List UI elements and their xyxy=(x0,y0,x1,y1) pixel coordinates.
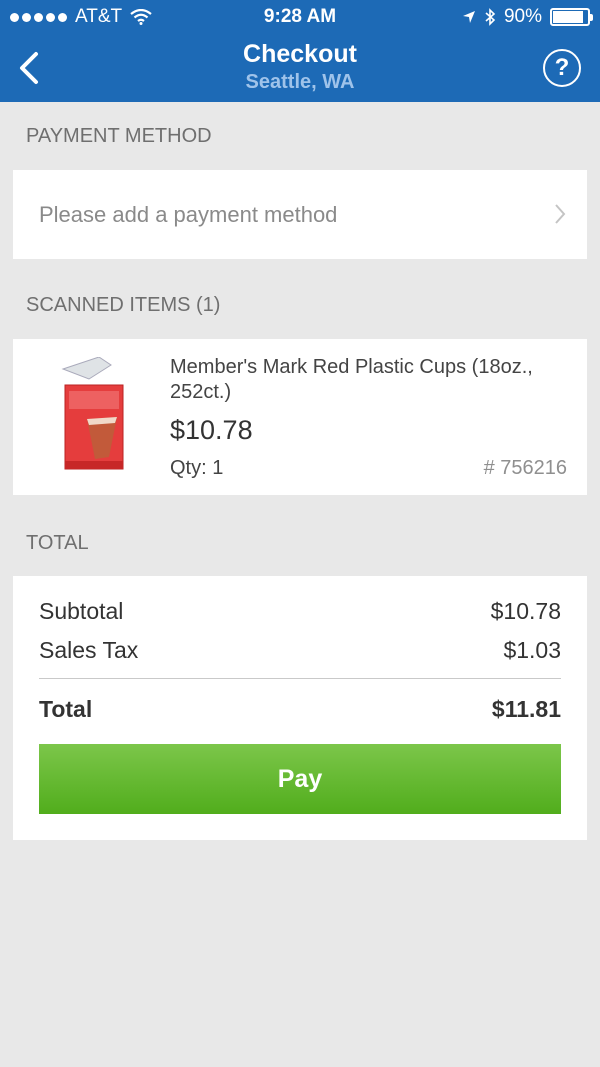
header: AT&T 9:28 AM 90% Checkout Seattle, WA ? xyxy=(0,0,600,102)
status-right: 90% xyxy=(462,6,593,28)
total-row: Total $11.81 xyxy=(39,696,561,723)
payment-method-heading: PAYMENT METHOD xyxy=(26,125,212,147)
chevron-right-icon xyxy=(555,204,566,224)
scanned-items-heading: SCANNED ITEMS (1) xyxy=(26,294,221,316)
help-button[interactable]: ? xyxy=(543,49,581,87)
total-card: Subtotal $10.78 Sales Tax $1.03 Total $1… xyxy=(13,576,587,840)
subtotal-value: $10.78 xyxy=(490,598,561,624)
payment-method-row[interactable]: Please add a payment method xyxy=(13,170,587,259)
subtotal-label: Subtotal xyxy=(39,598,124,624)
sales-tax-row: Sales Tax $1.03 xyxy=(39,637,561,664)
location-arrow-icon xyxy=(462,11,475,23)
pay-button-label: Pay xyxy=(277,764,323,793)
subtotal-row: Subtotal $10.78 xyxy=(39,598,561,625)
battery-fill xyxy=(553,11,584,23)
battery-percent: 90% xyxy=(503,6,542,27)
item-name: Member's Mark Red Plastic Cups (18oz., 2… xyxy=(170,356,533,403)
sales-tax-value: $1.03 xyxy=(503,637,561,663)
nav-title: Checkout Seattle, WA xyxy=(0,40,600,94)
pay-button[interactable]: Pay xyxy=(39,744,561,814)
payment-method-placeholder: Please add a payment method xyxy=(39,202,338,227)
help-icon: ? xyxy=(554,54,570,81)
status-bar: AT&T 9:28 AM 90% xyxy=(0,0,600,34)
battery-icon xyxy=(550,8,593,26)
item-price: $10.78 xyxy=(170,415,253,445)
divider xyxy=(39,678,561,679)
page-title: Checkout xyxy=(243,40,357,68)
item-sku: # 756216 xyxy=(483,457,567,479)
total-label: Total xyxy=(39,696,93,722)
product-image xyxy=(61,357,124,470)
list-item[interactable]: Member's Mark Red Plastic Cups (18oz., 2… xyxy=(13,339,587,495)
page-subtitle: Seattle, WA xyxy=(245,71,355,93)
item-quantity: Qty: 1 xyxy=(170,457,224,479)
bluetooth-icon xyxy=(485,8,496,26)
sales-tax-label: Sales Tax xyxy=(39,637,139,663)
total-value: $11.81 xyxy=(491,696,561,722)
total-heading: TOTAL xyxy=(26,532,89,554)
